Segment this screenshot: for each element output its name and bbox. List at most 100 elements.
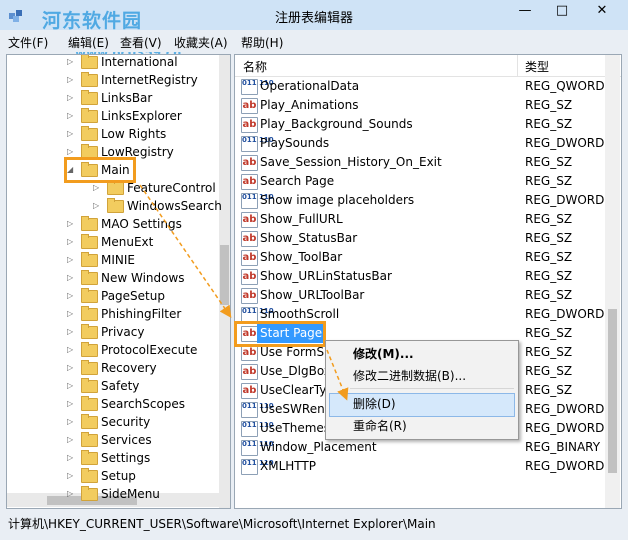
expand-arrow-icon[interactable]: ▷ [67, 125, 75, 143]
expand-arrow-icon[interactable]: ▷ [67, 413, 75, 431]
expand-arrow-icon[interactable]: ▷ [67, 215, 75, 233]
tree-node[interactable]: ▷ ProtocolExecute [7, 341, 219, 359]
registry-value-row[interactable]: ab Play_Background_Sounds REG_SZ [235, 115, 605, 134]
expand-arrow-icon[interactable]: ▷ [67, 323, 75, 341]
close-button[interactable]: ✕ [583, 0, 621, 22]
expand-arrow-icon[interactable]: ▷ [67, 377, 75, 395]
expand-arrow-icon[interactable]: ▷ [67, 467, 75, 485]
registry-value-row[interactable]: ab Play_Animations REG_SZ [235, 96, 605, 115]
tree-scroll-thumb[interactable] [220, 245, 229, 305]
folder-icon [81, 126, 98, 141]
binary-value-icon: 011 110 [241, 136, 274, 152]
value-type: REG_DWORD [525, 402, 605, 416]
list-vertical-scrollbar[interactable] [605, 55, 620, 508]
values-list[interactable]: 名称 类型 011 110 OperationalData REG_QWORD ab P… [234, 54, 622, 509]
registry-value-row[interactable]: 011 110 XMLHTTP REG_DWORD [235, 457, 605, 476]
menu-bar: 文件(F) 编辑(E) 查看(V) 收藏夹(A) 帮助(H) [0, 30, 628, 52]
expand-arrow-icon[interactable]: ▷ [67, 305, 75, 323]
tree-node[interactable]: ▷ Services [7, 431, 219, 449]
tree-node[interactable]: ▷ InternetRegistry [7, 71, 219, 89]
expand-arrow-icon[interactable]: ▷ [67, 359, 75, 377]
menu-file[interactable]: 文件(F) [8, 34, 48, 51]
context-menu-item[interactable]: 修改二进制数据(B)... [353, 365, 466, 387]
expand-arrow-icon[interactable]: ▷ [67, 89, 75, 107]
tree-node[interactable]: ▷ SearchScopes [7, 395, 219, 413]
tree-node[interactable]: ▷ LinksExplorer [7, 107, 219, 125]
registry-value-row[interactable]: ab Search Page REG_SZ [235, 172, 605, 191]
expand-arrow-icon[interactable]: ▷ [67, 107, 75, 125]
column-type-header[interactable]: 类型 [525, 58, 549, 75]
tree-node-label: Setup [101, 469, 136, 483]
registry-value-row[interactable]: 011 110 Show image placeholders REG_DWORD [235, 191, 605, 210]
expand-arrow-icon[interactable]: ▷ [67, 485, 75, 503]
tree-node[interactable]: ▷ Recovery [7, 359, 219, 377]
value-name: Show image placeholders [260, 193, 415, 207]
menu-edit[interactable]: 编辑(E) [68, 34, 109, 51]
expand-arrow-icon[interactable]: ▷ [67, 233, 75, 251]
registry-value-row[interactable]: ab Show_URLinStatusBar REG_SZ [235, 267, 605, 286]
tree-vertical-scrollbar[interactable] [219, 55, 230, 508]
value-name: Show_FullURL [260, 212, 343, 226]
value-name: Show_StatusBar [260, 231, 358, 245]
menu-favorites[interactable]: 收藏夹(A) [174, 34, 228, 51]
tree-node[interactable]: ▷ Setup [7, 467, 219, 485]
expand-arrow-icon[interactable]: ▷ [67, 269, 75, 287]
registry-value-row[interactable]: 011 110 PlaySounds REG_DWORD [235, 134, 605, 153]
string-value-icon: ab [241, 345, 258, 361]
context-menu-item[interactable]: 修改(M)... [353, 343, 414, 365]
expand-arrow-icon[interactable]: ▷ [67, 449, 75, 467]
column-name-header[interactable]: 名称 [243, 58, 267, 75]
registry-value-row[interactable]: ab Show_FullURL REG_SZ [235, 210, 605, 229]
list-header: 名称 类型 [235, 55, 621, 77]
restore-button[interactable]: □ [547, 0, 577, 22]
title-bar[interactable]: 河东软件园 注册表编辑器 — □ ✕ [0, 0, 628, 32]
tree-node[interactable]: ▷ Safety [7, 377, 219, 395]
expand-arrow-icon[interactable]: ▷ [67, 71, 75, 89]
expand-arrow-icon[interactable]: ▷ [67, 395, 75, 413]
column-divider[interactable] [517, 55, 518, 76]
value-type: REG_SZ [525, 174, 573, 188]
list-scroll-thumb[interactable] [608, 309, 617, 473]
registry-value-row[interactable]: ab Save_Session_History_On_Exit REG_SZ [235, 153, 605, 172]
tree-node[interactable]: ▷ SideMenu [7, 485, 219, 503]
tree-node[interactable]: ▷ Privacy [7, 323, 219, 341]
tree-node[interactable]: ▷ PhishingFilter [7, 305, 219, 323]
registry-value-row[interactable]: ab Show_URLToolBar REG_SZ [235, 286, 605, 305]
registry-value-row[interactable]: ab Show_ToolBar REG_SZ [235, 248, 605, 267]
registry-value-row[interactable]: 011 110 Window_Placement REG_BINARY [235, 438, 605, 457]
value-type: REG_SZ [525, 364, 573, 378]
tree-node[interactable]: ▷ MINIE [7, 251, 219, 269]
menu-help[interactable]: 帮助(H) [241, 34, 283, 51]
expand-arrow-icon[interactable]: ▷ [67, 251, 75, 269]
expand-arrow-icon[interactable]: ▷ [67, 55, 75, 71]
tree-node[interactable]: ▷ PageSetup [7, 287, 219, 305]
registry-value-row[interactable]: ab Show_StatusBar REG_SZ [235, 229, 605, 248]
expand-arrow-icon[interactable]: ▷ [67, 287, 75, 305]
folder-icon [81, 234, 98, 249]
expand-arrow-icon[interactable]: ▷ [93, 197, 101, 215]
tree-node[interactable]: ▷ Low Rights [7, 125, 219, 143]
tree-node[interactable]: ▷ International [7, 55, 219, 71]
context-menu-item[interactable]: 重命名(R) [353, 415, 407, 437]
string-value-icon: ab [241, 364, 258, 380]
folder-icon [81, 306, 98, 321]
tree-node-label: LinksBar [101, 91, 153, 105]
minimize-button[interactable]: — [510, 0, 540, 22]
expand-arrow-icon[interactable]: ▷ [67, 431, 75, 449]
registry-value-row[interactable]: 011 110 OperationalData REG_QWORD [235, 77, 605, 96]
tree-node[interactable]: ▷ WindowsSearch [7, 197, 222, 215]
string-value-icon: ab [241, 174, 258, 190]
tree-node[interactable]: ▷ MenuExt [7, 233, 219, 251]
value-type: REG_SZ [525, 117, 573, 131]
tree-node[interactable]: ▷ LinksBar [7, 89, 219, 107]
context-menu-item[interactable]: 删除(D) [353, 393, 396, 415]
tree-node[interactable]: ▷ MAO Settings [7, 215, 219, 233]
menu-view[interactable]: 查看(V) [120, 34, 162, 51]
registry-tree[interactable]: ▷ International ▷ InternetRegistry ▷ LinksBar… [6, 54, 231, 509]
tree-node[interactable]: ▷ Security [7, 413, 219, 431]
folder-icon [81, 342, 98, 357]
tree-node[interactable]: ▷ New Windows [7, 269, 219, 287]
tree-node[interactable]: ▷ Settings [7, 449, 219, 467]
value-name: PlaySounds [260, 136, 330, 150]
expand-arrow-icon[interactable]: ▷ [67, 341, 75, 359]
